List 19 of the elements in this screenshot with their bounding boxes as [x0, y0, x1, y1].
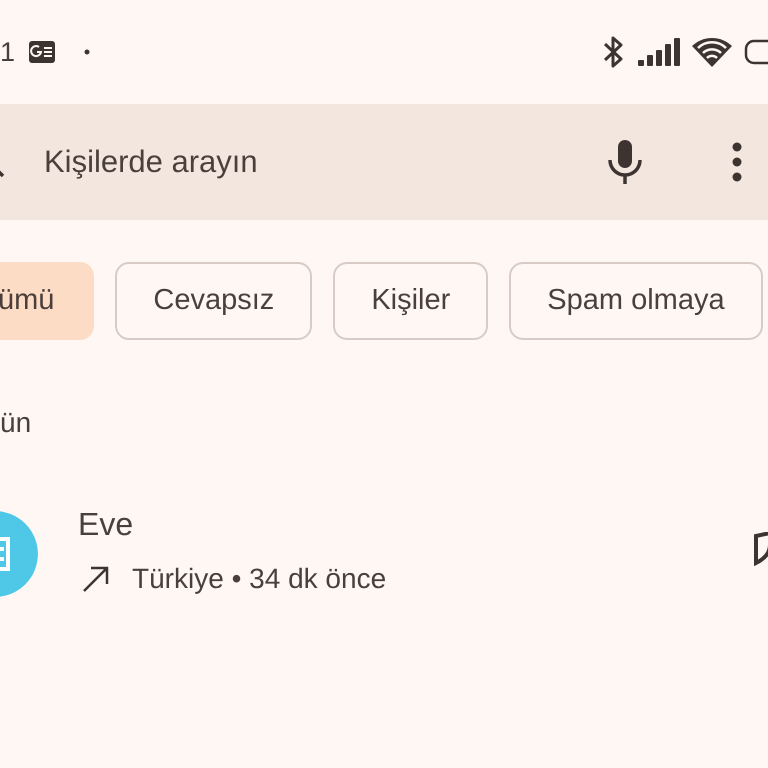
outgoing-arrow-icon: [82, 565, 110, 593]
filter-chip[interactable]: Kişiler: [333, 262, 488, 340]
battery-icon: [744, 39, 768, 65]
section-header: ün: [0, 406, 32, 440]
news-icon: [29, 41, 56, 63]
filter-chip[interactable]: Cevapsız: [115, 262, 312, 340]
filter-chip[interactable]: Spam olmaya: [509, 262, 763, 340]
notification-dot-icon: [84, 49, 90, 55]
filter-chip[interactable]: ümü: [0, 262, 94, 340]
wifi-icon: [692, 37, 732, 67]
status-time: 1: [0, 36, 16, 69]
shield-icon[interactable]: [754, 532, 768, 566]
microphone-icon[interactable]: [606, 138, 644, 186]
search-bar[interactable]: Kişilerde arayın: [0, 104, 768, 220]
more-icon[interactable]: [732, 142, 742, 182]
search-field[interactable]: Kişilerde arayın: [44, 138, 564, 186]
call-detail: Türkiye • 34 dk önce: [132, 562, 386, 596]
signal-icon: [638, 38, 680, 66]
contact-name: Eve: [78, 508, 134, 540]
